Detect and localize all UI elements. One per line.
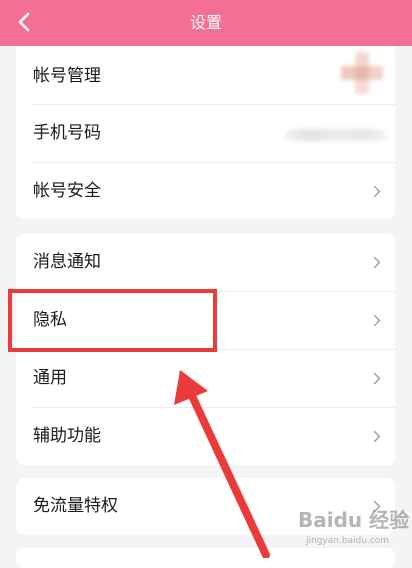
chevron-right-icon [373,430,381,443]
chevron-right-icon [373,372,381,385]
accessibility-row[interactable]: 辅助功能 [16,408,395,465]
chevron-right-icon [373,314,381,327]
account-management-row[interactable]: 帐号管理 [16,48,395,105]
general-row[interactable]: 通用 [16,350,395,407]
account-card: 帐号管理 手机号码 帐号安全 [16,46,395,219]
chevron-right-icon [373,256,381,269]
header-bar: 设置 [0,0,412,46]
avatar [339,52,385,98]
notifications-label: 消息通知 [33,252,101,272]
account-security-label: 帐号安全 [33,181,101,201]
accessibility-label: 辅助功能 [33,426,101,446]
watermark-sub: jingyan.baidu.com [306,536,390,546]
watermark: Baidu 经验 jingyan.baidu.com [298,502,410,556]
notifications-row[interactable]: 消息通知 [16,234,395,291]
chevron-right-icon [373,185,381,198]
highlight-box [8,289,217,352]
account-management-label: 帐号管理 [33,66,101,86]
page-title: 设置 [189,13,222,32]
watermark-brand: Baidu 经验 [298,508,410,532]
phone-number-value [286,129,386,141]
phone-number-label: 手机号码 [33,123,101,143]
general-label: 通用 [33,368,67,388]
phone-number-row[interactable]: 手机号码 [16,105,395,162]
data-free-privilege-label: 免流量特权 [33,496,118,516]
account-security-row[interactable]: 帐号安全 [16,163,395,220]
